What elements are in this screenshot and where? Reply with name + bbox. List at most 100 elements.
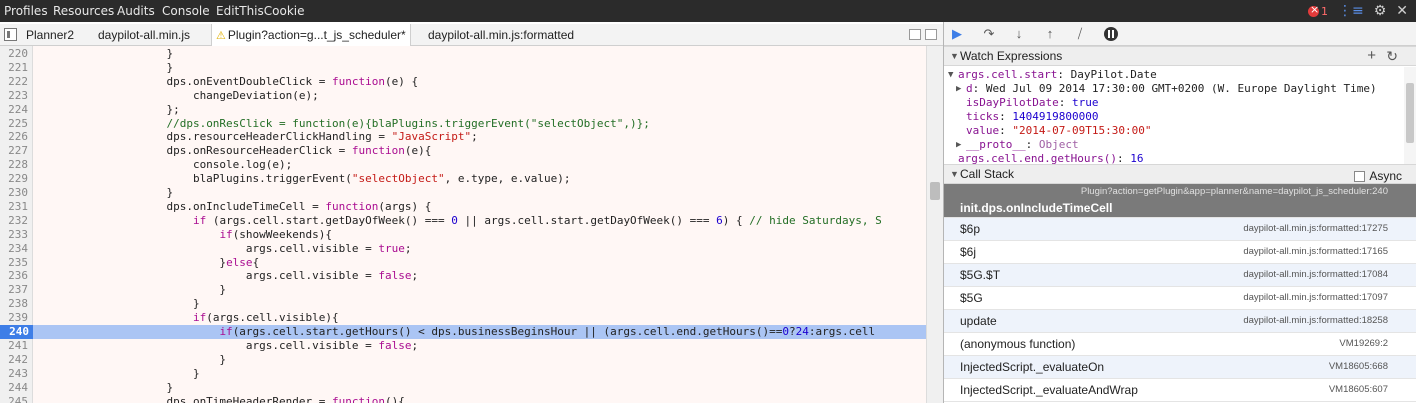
call-frame-location[interactable]: daypilot-all.min.js:formatted:17097 bbox=[1243, 292, 1388, 303]
line-number[interactable]: 221 bbox=[0, 61, 28, 75]
line-number[interactable]: 237 bbox=[0, 283, 28, 297]
menu-console[interactable]: Console bbox=[162, 0, 210, 22]
call-frame[interactable]: InjectedScript._evaluateAndWrap VM18605:6… bbox=[944, 379, 1416, 402]
call-frame[interactable]: $6p daypilot-all.min.js:formatted:17275 bbox=[944, 218, 1416, 241]
gear-icon[interactable]: ⚙ bbox=[1374, 3, 1387, 19]
line-number[interactable]: 224 bbox=[0, 103, 28, 117]
menu-resources[interactable]: Resources bbox=[53, 0, 114, 22]
watch-entry[interactable]: value: "2014-07-09T15:30:00" bbox=[944, 124, 1404, 138]
line-number[interactable]: 223 bbox=[0, 89, 28, 103]
call-frame[interactable]: $5G daypilot-all.min.js:formatted:17097 bbox=[944, 287, 1416, 310]
line-number[interactable]: 242 bbox=[0, 353, 28, 367]
call-frame-location[interactable]: daypilot-all.min.js:formatted:17275 bbox=[1243, 223, 1388, 234]
call-frame-location[interactable]: Plugin?action=getPlugin&app=planner&name… bbox=[1081, 186, 1388, 197]
code-editor[interactable]: 220 } 221 } 222 dps.onEventDoubleClick = f… bbox=[0, 46, 926, 403]
code-line[interactable]: 232 if (args.cell.start.getDayOfWeek() =… bbox=[0, 214, 926, 228]
code-line[interactable]: 222 dps.onEventDoubleClick = function(e)… bbox=[0, 75, 926, 89]
code-line[interactable]: 242 } bbox=[0, 353, 926, 367]
line-number[interactable]: 233 bbox=[0, 228, 28, 242]
call-frame-location[interactable]: VM19269:2 bbox=[1339, 338, 1388, 349]
code-line[interactable]: 229 blaPlugins.triggerEvent("selectObjec… bbox=[0, 172, 926, 186]
code-line[interactable]: 223 changeDeviation(e); bbox=[0, 89, 926, 103]
error-counter[interactable]: 1 bbox=[1307, 3, 1328, 18]
sidebar-toggle-icon[interactable] bbox=[925, 29, 937, 40]
code-line[interactable]: 231 dps.onIncludeTimeCell = function(arg… bbox=[0, 200, 926, 214]
toggle-debugger-icon[interactable] bbox=[909, 29, 921, 40]
editor-scroll-thumb[interactable] bbox=[930, 182, 940, 200]
menu-audits[interactable]: Audits bbox=[117, 0, 155, 22]
line-number[interactable]: 232 bbox=[0, 214, 28, 228]
call-frame-location[interactable]: daypilot-all.min.js:formatted:18258 bbox=[1243, 315, 1388, 326]
line-number[interactable]: 229 bbox=[0, 172, 28, 186]
code-line[interactable]: 236 args.cell.visible = false; bbox=[0, 269, 926, 283]
code-line[interactable]: 221 } bbox=[0, 61, 926, 75]
code-line[interactable]: 230 } bbox=[0, 186, 926, 200]
line-number[interactable]: 225 bbox=[0, 117, 28, 131]
code-line[interactable]: 238 } bbox=[0, 297, 926, 311]
call-frame-location[interactable]: VM18605:668 bbox=[1329, 361, 1388, 372]
editor-scrollbar[interactable] bbox=[926, 46, 943, 403]
dock-side-icon[interactable]: ⋮≡ bbox=[1338, 3, 1364, 19]
code-line[interactable]: 227 dps.onResourceHeaderClick = function… bbox=[0, 144, 926, 158]
watch-entry[interactable]: ▼ args.cell.start: DayPilot.Date bbox=[944, 68, 1404, 82]
line-number[interactable]: 222 bbox=[0, 75, 28, 89]
code-line[interactable]: 234 args.cell.visible = true; bbox=[0, 242, 926, 256]
line-number[interactable]: 231 bbox=[0, 200, 28, 214]
tab-plugin-scheduler[interactable]: ⚠ Plugin?action=g...t_js_scheduler* bbox=[211, 24, 411, 47]
code-line[interactable]: 225 //dps.onResClick = function(e){blaPl… bbox=[0, 117, 926, 131]
watch-scrollbar[interactable] bbox=[1404, 67, 1416, 167]
line-number[interactable]: 238 bbox=[0, 297, 28, 311]
watch-expressions-header[interactable]: ▼ Watch Expressions + ↻ bbox=[944, 46, 1416, 66]
line-number[interactable]: 239 bbox=[0, 311, 28, 325]
code-line[interactable]: 224 }; bbox=[0, 103, 926, 117]
call-frame-location[interactable]: daypilot-all.min.js:formatted:17084 bbox=[1243, 269, 1388, 280]
refresh-icon[interactable]: ↻ bbox=[1386, 47, 1398, 65]
resume-icon[interactable]: ▶ bbox=[948, 26, 966, 42]
collapse-triangle-icon[interactable]: ▶ bbox=[956, 82, 961, 96]
close-icon[interactable]: ✕ bbox=[1396, 3, 1408, 19]
code-line[interactable]: 233 if(showWeekends){ bbox=[0, 228, 926, 242]
code-line[interactable]: 243 } bbox=[0, 367, 926, 381]
line-number[interactable]: 226 bbox=[0, 130, 28, 144]
step-out-icon[interactable]: ↑ bbox=[1041, 26, 1059, 42]
call-frame-location[interactable]: daypilot-all.min.js:formatted:17165 bbox=[1243, 246, 1388, 257]
line-number[interactable]: 244 bbox=[0, 381, 28, 395]
menu-editthiscookie[interactable]: EditThisCookie bbox=[216, 0, 305, 22]
line-number[interactable]: 240 bbox=[0, 325, 33, 339]
line-number[interactable]: 243 bbox=[0, 367, 28, 381]
async-toggle[interactable]: Async bbox=[1354, 167, 1402, 185]
watch-scroll-thumb[interactable] bbox=[1406, 83, 1414, 143]
step-over-icon[interactable]: ↷ bbox=[980, 26, 998, 42]
code-line[interactable]: 240 if(args.cell.start.getHours() < dps.… bbox=[0, 325, 926, 339]
call-frame[interactable]: (anonymous function) VM19269:2 bbox=[944, 333, 1416, 356]
tab-planner2[interactable]: Planner2 bbox=[22, 24, 78, 46]
collapse-triangle-icon[interactable]: ▶ bbox=[956, 138, 961, 152]
watch-entry[interactable]: isDayPilotDate: true bbox=[944, 96, 1404, 110]
line-number[interactable]: 228 bbox=[0, 158, 28, 172]
code-line[interactable]: 239 if(args.cell.visible){ bbox=[0, 311, 926, 325]
line-number[interactable]: 220 bbox=[0, 47, 28, 61]
tab-daypilot-min[interactable]: daypilot-all.min.js bbox=[94, 24, 194, 46]
code-line[interactable]: 245 dps.onTimeHeaderRender = function(){ bbox=[0, 395, 926, 403]
line-number[interactable]: 230 bbox=[0, 186, 28, 200]
expand-triangle-icon[interactable]: ▼ bbox=[948, 68, 953, 82]
code-line[interactable]: 237 } bbox=[0, 283, 926, 297]
watch-entry[interactable]: ticks: 1404919800000 bbox=[944, 110, 1404, 124]
code-line[interactable]: 228 console.log(e); bbox=[0, 158, 926, 172]
line-number[interactable]: 236 bbox=[0, 269, 28, 283]
call-frame[interactable]: init.dps.onIncludeTimeCell Plugin?action=… bbox=[944, 184, 1416, 218]
call-stack-header[interactable]: ▼ Call Stack Async bbox=[944, 164, 1416, 184]
add-watch-icon[interactable]: + bbox=[1367, 47, 1376, 65]
line-number[interactable]: 234 bbox=[0, 242, 28, 256]
navigator-toggle-icon[interactable] bbox=[4, 28, 17, 41]
step-into-icon[interactable]: ↓ bbox=[1010, 26, 1028, 42]
watch-entry[interactable]: ▶ __proto__: Object bbox=[944, 138, 1404, 152]
call-frame[interactable]: $5G.$T daypilot-all.min.js:formatted:1708… bbox=[944, 264, 1416, 287]
deactivate-breakpoints-icon[interactable]: ⧸ bbox=[1071, 26, 1089, 42]
line-number[interactable]: 245 bbox=[0, 395, 28, 403]
tab-daypilot-formatted[interactable]: daypilot-all.min.js:formatted bbox=[424, 24, 578, 46]
pause-on-exceptions-icon[interactable] bbox=[1104, 27, 1118, 41]
menu-profiles[interactable]: Profiles bbox=[4, 0, 48, 22]
watch-entry[interactable]: ▶ d: Wed Jul 09 2014 17:30:00 GMT+0200 (W… bbox=[944, 82, 1404, 96]
call-frame[interactable]: InjectedScript._evaluateOn VM18605:668 bbox=[944, 356, 1416, 379]
